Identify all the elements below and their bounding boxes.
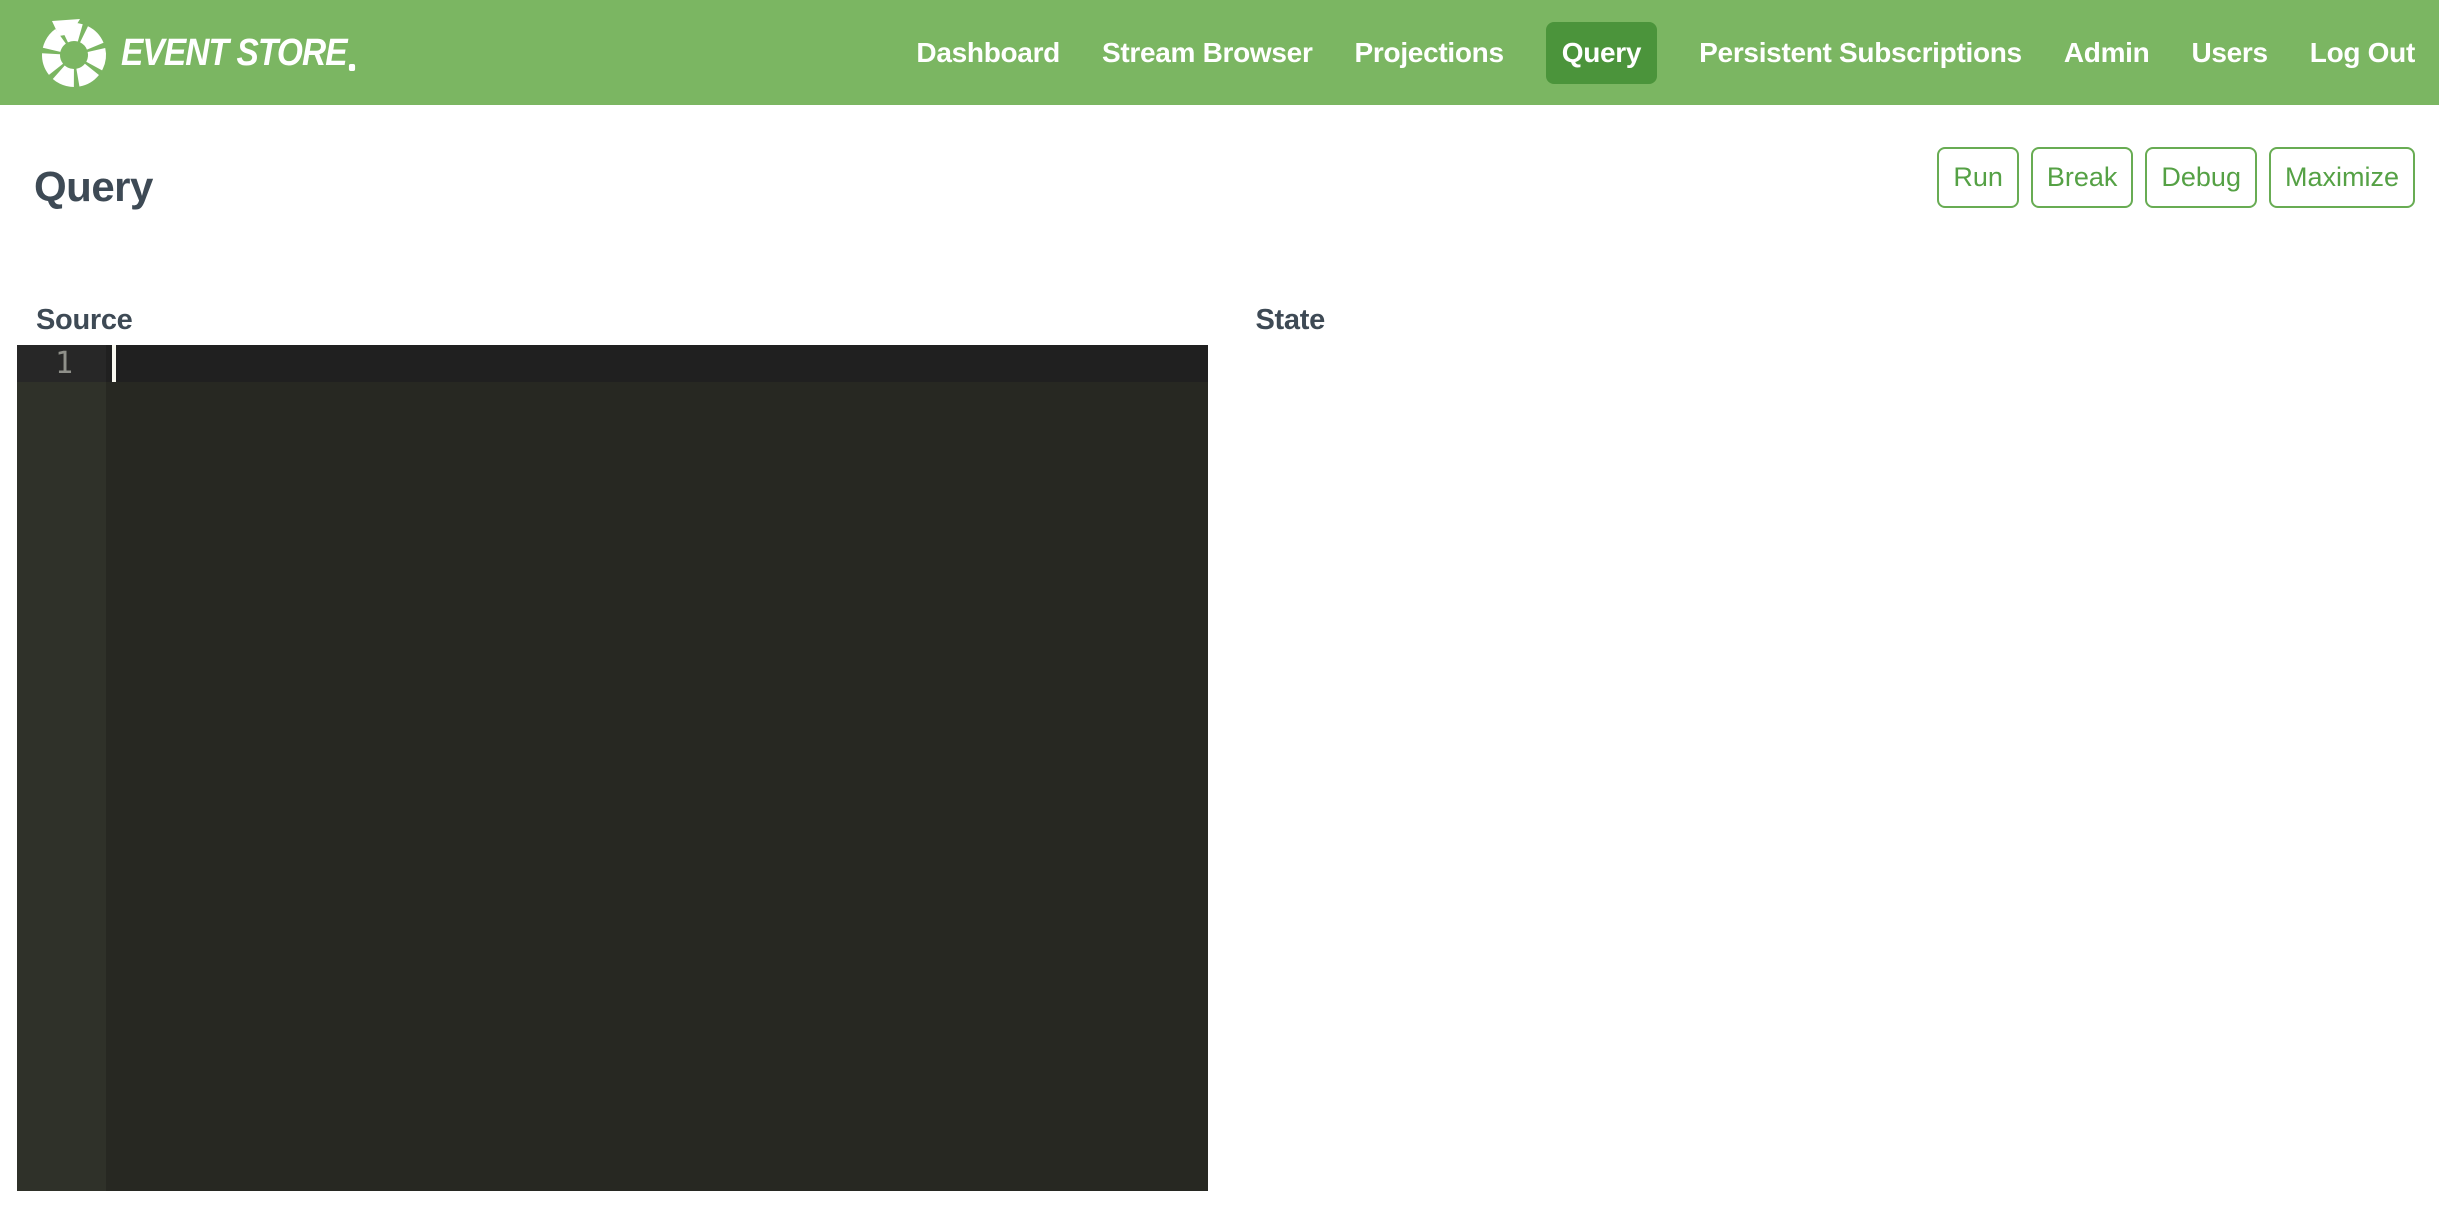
nav-item-persistent-subscriptions[interactable]: Persistent Subscriptions	[1699, 22, 2022, 84]
nav-item-users[interactable]: Users	[2191, 22, 2267, 84]
line-number: 1	[55, 346, 73, 381]
text-cursor	[112, 345, 116, 382]
editor-active-line-highlight	[106, 345, 1208, 382]
event-store-ring-icon	[35, 18, 112, 88]
page-title: Query	[34, 165, 153, 209]
maximize-button[interactable]: Maximize	[2269, 147, 2415, 208]
nav-item-projections[interactable]: Projections	[1355, 22, 1504, 84]
debug-button[interactable]: Debug	[2145, 147, 2257, 208]
query-toolbar: Run Break Debug Maximize	[1937, 147, 2415, 208]
editor-gutter[interactable]: 1	[17, 345, 106, 1191]
source-panel: Source 1	[0, 303, 1220, 1191]
nav-item-stream-browser[interactable]: Stream Browser	[1102, 22, 1313, 84]
panels-row: Source 1 State	[0, 303, 2439, 1191]
logo-text: EVENT STORE	[121, 18, 347, 88]
source-label: Source	[36, 303, 1208, 337]
nav-item-dashboard[interactable]: Dashboard	[916, 22, 1060, 84]
run-button[interactable]: Run	[1937, 147, 2019, 208]
state-panel: State	[1220, 303, 2439, 1191]
nav-menu: Dashboard Stream Browser Projections Que…	[916, 22, 2415, 84]
event-store-logo[interactable]: EVENT STORE	[35, 18, 387, 88]
top-navbar: EVENT STORE Dashboard Stream Browser Pro…	[0, 0, 2439, 105]
gutter-active-line: 1	[17, 345, 106, 382]
state-label: State	[1256, 303, 2416, 337]
source-code-editor[interactable]: 1	[17, 345, 1208, 1191]
break-button[interactable]: Break	[2031, 147, 2134, 208]
nav-item-admin[interactable]: Admin	[2064, 22, 2150, 84]
page-header: Query Run Break Debug Maximize	[0, 147, 2439, 209]
editor-content[interactable]	[106, 345, 1208, 1191]
nav-item-log-out[interactable]: Log Out	[2310, 22, 2415, 84]
logo-trademark-dot	[349, 64, 355, 71]
nav-item-query[interactable]: Query	[1546, 22, 1657, 84]
